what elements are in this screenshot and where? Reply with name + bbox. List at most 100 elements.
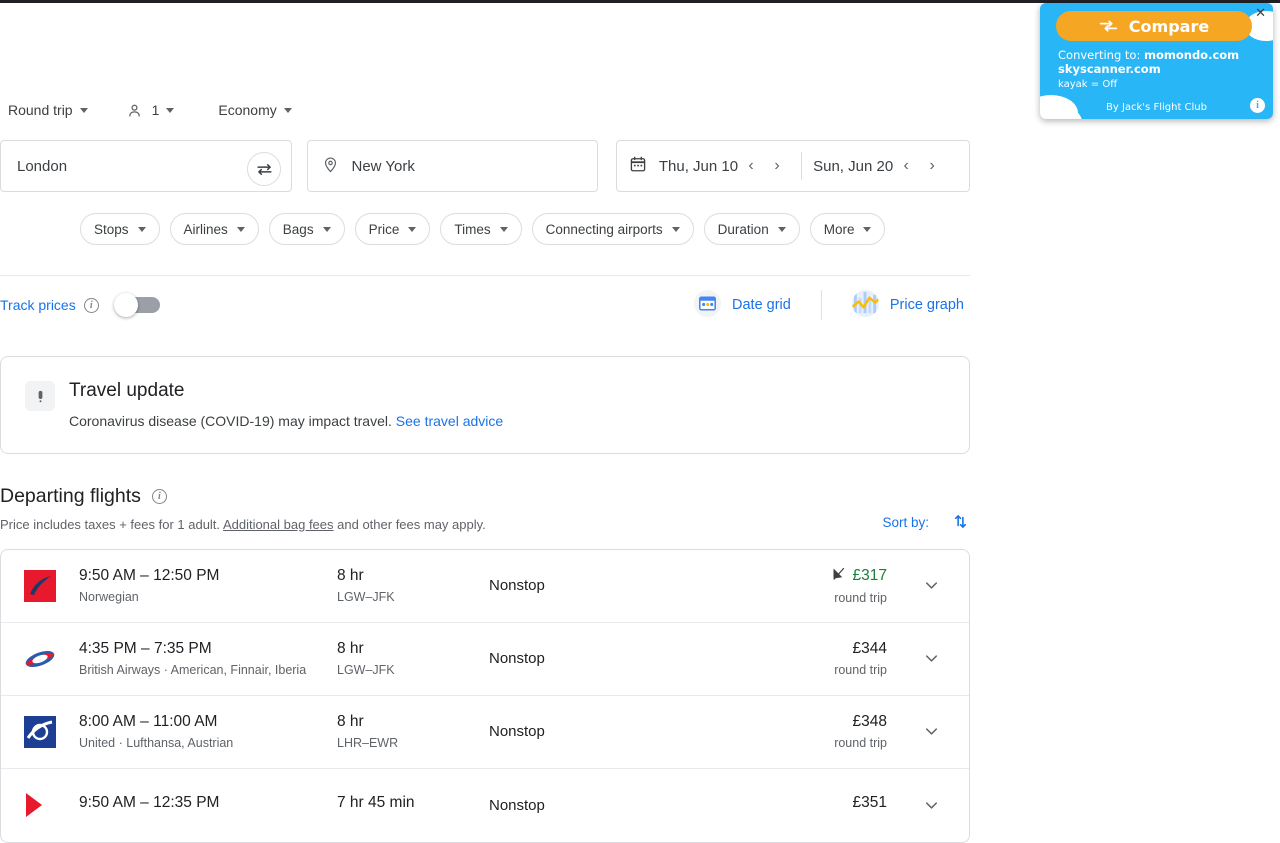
chevron-down-icon (671, 226, 680, 232)
chevron-down-icon (863, 226, 872, 232)
table-row[interactable]: 4:35 PM – 7:35 PM British Airways · Amer… (1, 623, 969, 696)
trip-type-label: Round trip (8, 102, 73, 118)
trip-type-selector[interactable]: Round trip (0, 92, 96, 128)
departure-next-day-button[interactable]: › (764, 153, 790, 179)
filter-chip-more[interactable]: More (809, 213, 886, 245)
flight-stops: Nonstop (489, 723, 545, 741)
airline-logo (23, 715, 57, 749)
announcement-icon (38, 390, 42, 402)
filter-chip-airlines[interactable]: Airlines (169, 213, 259, 245)
additional-bag-fees-link[interactable]: Additional bag fees (223, 517, 334, 532)
filter-chip-price[interactable]: Price (354, 213, 431, 245)
section-divider (0, 275, 970, 276)
swap-icon (256, 163, 272, 175)
flight-duration: 8 hr (337, 713, 364, 731)
filter-chip-label: Airlines (183, 221, 228, 237)
section-title: Departing flights i (0, 485, 970, 508)
expand-row-button[interactable] (911, 576, 951, 595)
return-date-block[interactable]: Sun, Jun 20 ‹ › (813, 141, 945, 191)
date-grid-button[interactable]: Date grid (688, 289, 797, 321)
table-row[interactable]: 8:00 AM – 11:00 AM United · Lufthansa, A… (1, 696, 969, 769)
flight-stops: Nonstop (489, 577, 545, 595)
flight-duration: 8 hr (337, 567, 364, 585)
info-icon[interactable]: i (151, 488, 167, 504)
filter-chip-duration[interactable]: Duration (703, 213, 800, 245)
flight-duration-block: 7 hr 45 min (337, 794, 489, 817)
travel-update-description: Coronavirus disease (COVID-19) may impac… (69, 412, 396, 429)
table-row[interactable]: 9:50 AM – 12:35 PM 7 hr 45 min Nonstop £… (1, 769, 969, 842)
see-travel-advice-link[interactable]: See travel advice (396, 413, 503, 429)
chevron-down-icon (166, 107, 175, 113)
travel-update-icon (25, 381, 55, 411)
info-icon[interactable]: i (83, 297, 99, 313)
converting-site-1: momondo.com (1144, 48, 1240, 62)
compare-button[interactable]: Compare (1056, 11, 1252, 41)
filter-chip-bags[interactable]: Bags (268, 213, 345, 245)
expand-row-button[interactable] (911, 649, 951, 668)
price-graph-icon (851, 289, 879, 321)
flight-airlines: British Airways · American, Finnair, Ibe… (79, 663, 307, 678)
page-content: Round trip 1 Economy London New York Thu… (0, 3, 970, 843)
expand-row-button[interactable] (911, 796, 951, 815)
airline-logo (23, 642, 57, 676)
info-icon[interactable]: i (1250, 98, 1265, 113)
airline-logo (23, 788, 57, 822)
converting-site-2: skyscanner.com (1058, 62, 1161, 77)
date-range-field[interactable]: Thu, Jun 10 ‹ › Sun, Jun 20 ‹ › (615, 140, 970, 192)
departing-flights-header: Departing flights i Price includes taxes… (0, 485, 970, 532)
track-prices-toggle[interactable] (113, 293, 160, 317)
return-date-value: Sun, Jun 20 (813, 157, 894, 175)
flight-price: £348 (852, 713, 887, 731)
filter-chip-label: Price (368, 221, 400, 237)
departure-prev-day-button[interactable]: ‹ (738, 153, 764, 179)
travel-update-card: Travel update Coronavirus disease (COVID… (0, 356, 970, 454)
track-prices-label[interactable]: Track prices (0, 297, 76, 313)
calendar-icon (629, 155, 647, 177)
flight-stops: Nonstop (489, 650, 545, 668)
chevron-down-icon (79, 107, 88, 113)
chevron-down-icon (236, 226, 245, 232)
search-fields-row: London New York Thu, Jun 10 ‹ › Sun, Jun… (0, 138, 970, 194)
table-row[interactable]: 9:50 AM – 12:50 PM Norwegian 8 hr LGW–JF… (1, 550, 969, 623)
chevron-down-icon (322, 226, 331, 232)
sort-by-control[interactable]: Sort by: (882, 512, 970, 534)
filter-chip-label: Times (454, 221, 491, 237)
airline-logo (23, 569, 57, 603)
jacks-flight-club-popup: ✕ Compare Converting to: momondo.com skys… (1040, 3, 1273, 119)
location-pin-icon (322, 156, 339, 177)
filter-chip-label: Stops (94, 221, 129, 237)
price-disclaimer: Price includes taxes + fees for 1 adult.… (0, 517, 970, 532)
chevron-down-icon (925, 728, 937, 735)
flight-price-block: £351 (689, 794, 911, 817)
return-next-day-button[interactable]: › (919, 153, 945, 179)
flight-price-note: round trip (834, 591, 887, 606)
tools-row: Track prices i Date grid Price graph (0, 278, 970, 332)
compare-arrows-icon (1099, 19, 1118, 33)
close-icon[interactable]: ✕ (1255, 6, 1266, 21)
flight-price-line: £348 (689, 713, 887, 731)
flight-duration: 7 hr 45 min (337, 793, 415, 811)
flight-stops: Nonstop (489, 796, 545, 814)
departure-date-block[interactable]: Thu, Jun 10 ‹ › (659, 141, 790, 191)
departing-flights-title: Departing flights (0, 484, 141, 507)
swap-airports-button[interactable] (247, 152, 281, 186)
chevron-down-icon (777, 226, 786, 232)
filter-chip-stops[interactable]: Stops (80, 213, 160, 245)
date-grid-label: Date grid (732, 297, 791, 313)
price-drop-icon (831, 566, 846, 586)
date-grid-icon (694, 289, 721, 321)
flight-times: 9:50 AM – 12:35 PM (79, 793, 220, 811)
converting-prefix: Converting to: (1058, 48, 1144, 62)
passengers-selector[interactable]: 1 (118, 92, 183, 128)
travel-update-body: Travel update Coronavirus disease (COVID… (69, 379, 503, 429)
filter-chip-times[interactable]: Times (440, 213, 522, 245)
expand-row-button[interactable] (911, 722, 951, 741)
chevron-down-icon (137, 226, 146, 232)
date-divider (801, 152, 803, 180)
return-prev-day-button[interactable]: ‹ (893, 153, 919, 179)
destination-input[interactable]: New York (306, 140, 598, 192)
filter-chip-connecting-airports[interactable]: Connecting airports (531, 213, 694, 245)
price-graph-button[interactable]: Price graph (846, 289, 970, 321)
flight-price: £351 (852, 793, 887, 811)
cabin-class-selector[interactable]: Economy (210, 92, 299, 128)
